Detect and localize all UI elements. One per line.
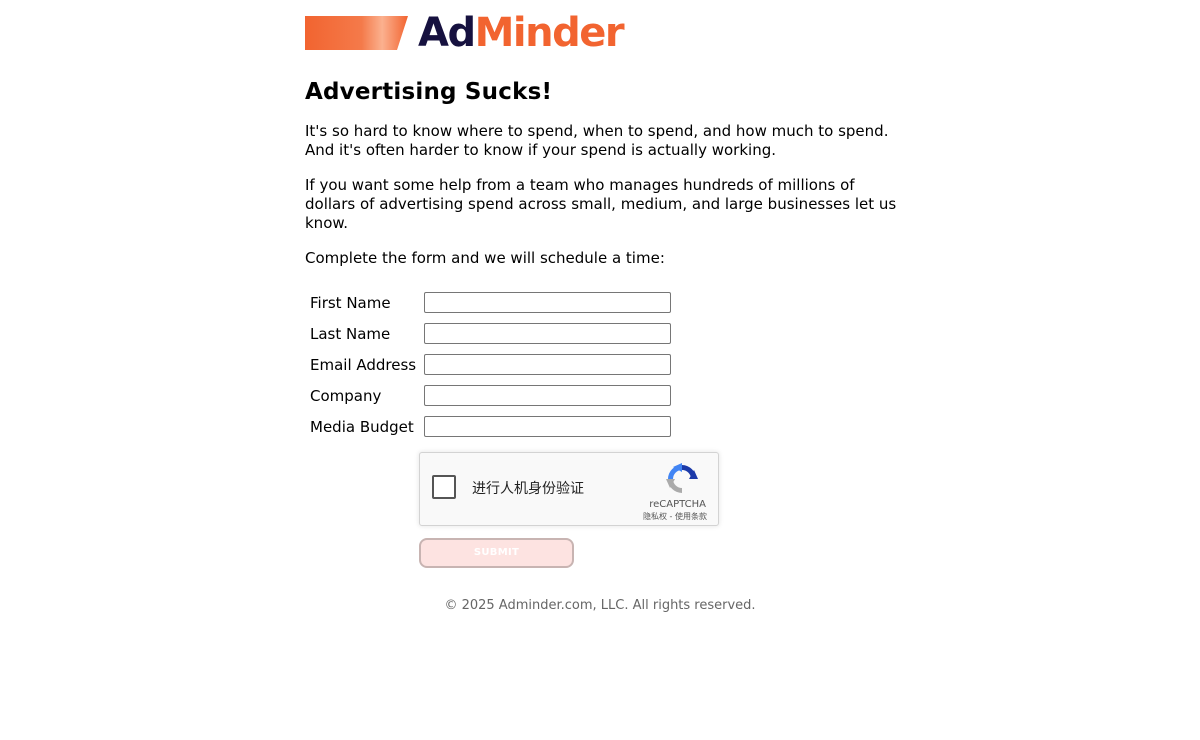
page-title: Advertising Sucks! <box>305 79 553 105</box>
recaptcha-label: 进行人机身份验证 <box>472 481 584 497</box>
first-name-input[interactable] <box>424 292 671 313</box>
email-label: Email Address <box>310 355 417 374</box>
page-content: AdMinder Advertising Sucks! It's so hard… <box>305 12 905 568</box>
recaptcha-links: 隐私权 - 使用条款 <box>643 512 707 522</box>
recaptcha-checkbox[interactable] <box>432 475 456 499</box>
logo-wordmark: AdMinder <box>418 10 625 56</box>
recaptcha-brand: reCAPTCHA <box>649 499 706 510</box>
form-row-last-name: Last Name <box>305 318 905 349</box>
intro-paragraph-1: It's so hard to know where to spend, whe… <box>305 122 889 159</box>
intro-paragraph-2: If you want some help from a team who ma… <box>305 176 897 232</box>
company-input[interactable] <box>424 385 671 406</box>
recaptcha-separator: - <box>667 512 675 521</box>
logo-text-minder: Minder <box>474 10 625 56</box>
form-row-first-name: First Name <box>305 287 905 318</box>
logo-arrow-icon <box>305 16 408 50</box>
last-name-label: Last Name <box>310 324 391 343</box>
email-input[interactable] <box>424 354 671 375</box>
adminder-logo: AdMinder <box>305 12 905 54</box>
footer-copyright: © 2025 Adminder.com, LLC. All rights res… <box>444 598 756 613</box>
company-label: Company <box>310 386 382 405</box>
recaptcha-privacy-link[interactable]: 隐私权 <box>643 512 667 521</box>
form-row-company: Company <box>305 380 905 411</box>
recaptcha-logo-icon <box>666 463 698 493</box>
media-budget-label: Media Budget <box>310 417 414 436</box>
first-name-label: First Name <box>310 293 391 312</box>
recaptcha-terms-link[interactable]: 使用条款 <box>675 512 707 521</box>
form-row-email: Email Address <box>305 349 905 380</box>
contact-form: First Name Last Name Email Address Compa… <box>305 287 905 568</box>
logo-text-ad: Ad <box>418 10 476 56</box>
submit-button[interactable]: SUBMIT <box>419 538 574 568</box>
recaptcha-widget: 进行人机身份验证 reCAPTCHA 隐私权 - 使用条款 <box>419 452 719 526</box>
media-budget-input[interactable] <box>424 416 671 437</box>
form-row-media-budget: Media Budget <box>305 411 905 442</box>
last-name-input[interactable] <box>424 323 671 344</box>
form-instructions: Complete the form and we will schedule a… <box>305 249 665 267</box>
